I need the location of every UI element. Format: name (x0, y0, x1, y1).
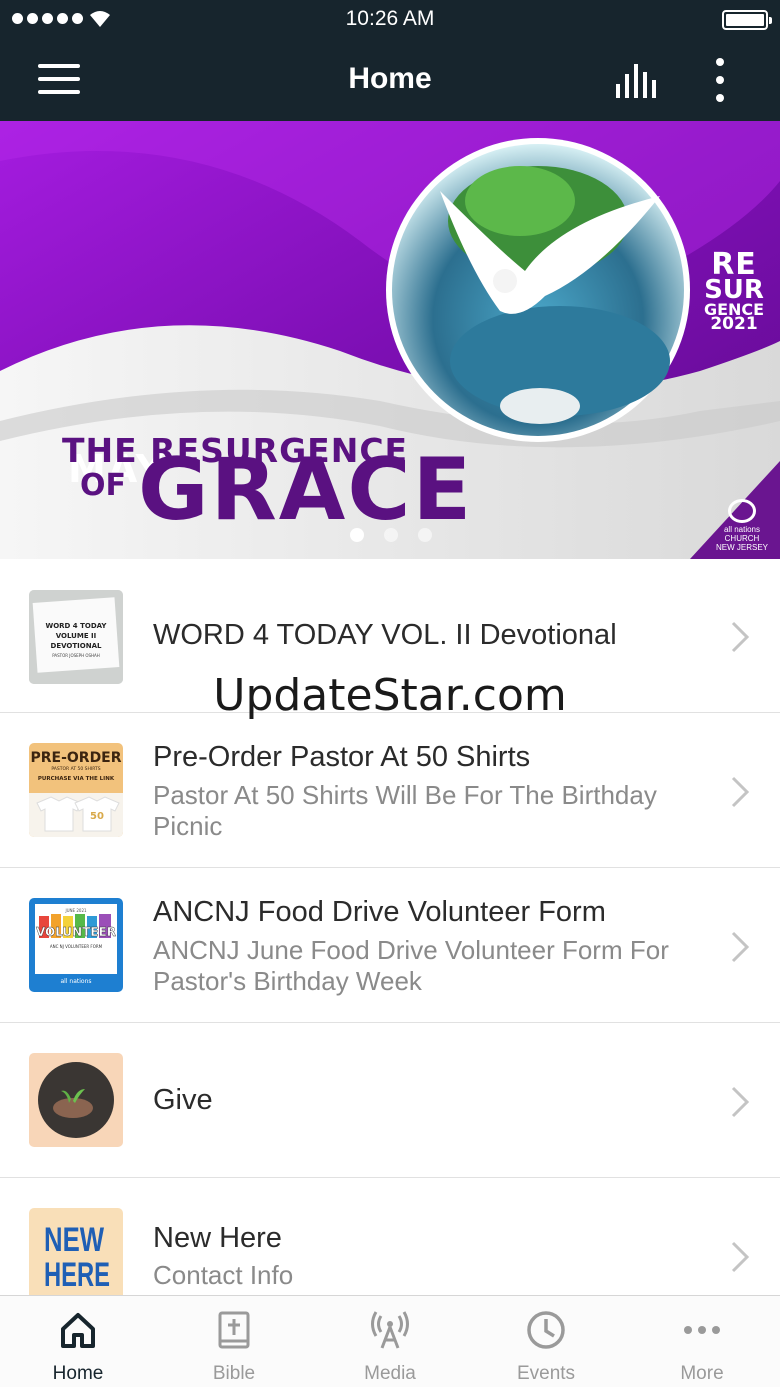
list-item-title: Pre-Order Pastor At 50 Shirts (153, 741, 531, 773)
svg-text:PURCHASE VIA THE LINK: PURCHASE VIA THE LINK (38, 776, 115, 782)
list-item[interactable]: NEW HERE New Here Contact Info (0, 1179, 780, 1295)
chevron-right-icon (731, 776, 750, 808)
tab-home[interactable]: Home (0, 1296, 156, 1387)
tab-label: Bible (212, 1363, 256, 1384)
svg-text:JUNE 2021: JUNE 2021 (64, 908, 87, 913)
chevron-right-icon (731, 1086, 750, 1118)
tab-more[interactable]: More (624, 1296, 780, 1387)
tab-label: Home (52, 1363, 104, 1384)
chevron-right-icon (731, 1241, 750, 1273)
status-time: 10:26 AM (345, 7, 435, 30)
svg-text:PRE-ORDER: PRE-ORDER (30, 750, 121, 766)
svg-text:50: 50 (90, 811, 104, 822)
banner-title-of: OF (80, 468, 126, 503)
list-item[interactable]: Give (0, 1024, 780, 1178)
list-item-title: Give (153, 1084, 213, 1116)
featured-banner-carousel[interactable]: MAY THE RESURGENCE OF GRACE RE SUR GENCE… (0, 121, 780, 559)
banner-title-main: GRACE (138, 440, 474, 540)
tab-events[interactable]: Events (468, 1296, 624, 1387)
carousel-dot[interactable] (418, 528, 432, 542)
status-bar: 10:26 AM (0, 0, 780, 40)
overflow-menu-icon[interactable] (710, 58, 730, 102)
svg-text:all nations: all nations (60, 978, 91, 985)
bible-icon (218, 1311, 250, 1349)
clock-icon (527, 1311, 565, 1349)
resurgence-badge: RE SUR GENCE 2021 (703, 247, 765, 335)
tab-media[interactable]: Media (312, 1296, 468, 1387)
list-item[interactable]: JUNE 2021 VOLUNTEER ANC NJ VOLUNTEER FOR… (0, 869, 780, 1023)
navigation-bar: Home (0, 40, 780, 121)
volunteer-thumbnail: JUNE 2021 VOLUNTEER ANC NJ VOLUNTEER FOR… (29, 898, 123, 992)
watermark: UpdateStar.com (213, 670, 567, 721)
tab-bible[interactable]: Bible (156, 1296, 312, 1387)
carousel-dot[interactable] (384, 528, 398, 542)
new-here-thumbnail: NEW HERE (29, 1208, 123, 1295)
list-item-subtitle: ANCNJ June Food Drive Volunteer Form For… (153, 935, 669, 996)
list-item-subtitle: Contact Info (153, 1260, 294, 1290)
svg-text:PASTOR JOSEPH OSHAH: PASTOR JOSEPH OSHAH (52, 653, 100, 658)
svg-text:NEW: NEW (44, 1221, 105, 1259)
svg-text:VOLUNTEER: VOLUNTEER (36, 925, 116, 939)
list-item-subtitle: Pastor At 50 Shirts Will Be For The Birt… (153, 780, 657, 841)
carousel-pagination[interactable] (350, 528, 432, 542)
top-bar: 10:26 AM Home (0, 0, 780, 121)
tab-label: Media (364, 1363, 416, 1384)
list-item-title: WORD 4 TODAY VOL. II Devotional (153, 619, 617, 651)
battery-icon (722, 10, 772, 30)
list-item-title: New Here (153, 1222, 282, 1254)
list-item[interactable]: PRE-ORDER PASTOR AT 50 SHIRTS PURCHASE V… (0, 714, 780, 868)
bottom-tab-bar: Home Bible Media Events More (0, 1295, 780, 1387)
list-item-title: ANCNJ Food Drive Volunteer Form (153, 896, 606, 928)
svg-text:ANC NJ VOLUNTEER FORM: ANC NJ VOLUNTEER FORM (50, 944, 103, 949)
tab-label: More (680, 1363, 724, 1384)
svg-text:PASTOR AT 50 SHIRTS: PASTOR AT 50 SHIRTS (51, 766, 100, 772)
page-title: Home (348, 62, 432, 95)
give-thumbnail (29, 1053, 123, 1147)
svg-text:DEVOTIONAL: DEVOTIONAL (51, 642, 102, 650)
chevron-right-icon (731, 931, 750, 963)
broadcast-icon (371, 1311, 409, 1349)
home-icon (61, 1313, 95, 1348)
carousel-dot[interactable] (350, 528, 364, 542)
church-logo: all nations CHURCH NEW JERSEY (712, 499, 772, 552)
more-dots-icon (684, 1326, 720, 1334)
svg-text:VOLUME II: VOLUME II (56, 632, 97, 640)
chevron-right-icon (731, 621, 750, 653)
tab-label: Events (516, 1363, 576, 1384)
svg-text:HERE: HERE (44, 1256, 110, 1294)
audio-bars-icon[interactable] (614, 64, 660, 98)
svg-text:WORD 4 TODAY: WORD 4 TODAY (46, 622, 108, 630)
pre-order-thumbnail: PRE-ORDER PASTOR AT 50 SHIRTS PURCHASE V… (29, 743, 123, 837)
